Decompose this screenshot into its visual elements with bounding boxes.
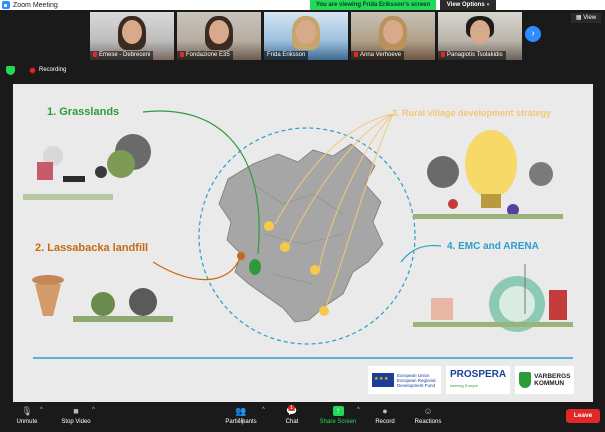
- participant-tile[interactable]: Fondazione E35: [177, 12, 261, 60]
- next-participants-button[interactable]: ›: [525, 26, 541, 42]
- prospera-text: PROSPERA Interreg Europe: [450, 369, 506, 391]
- participant-face: [470, 20, 490, 44]
- village-marker: [264, 221, 274, 231]
- muted-mic-icon: [93, 52, 97, 57]
- varberg-logo: VARBERGS KOMMUN: [515, 366, 575, 394]
- participant-name: Panagiotis Tsolakidis: [438, 51, 506, 60]
- partner-logos: European Union European Regional Develop…: [368, 366, 575, 396]
- emc-arena-label: 4. EMC and ARENA: [447, 241, 539, 252]
- participants-chevron-icon[interactable]: ^: [262, 407, 265, 413]
- grasslands-label: 1. Grasslands: [47, 106, 120, 118]
- chat-button[interactable]: 💬 1 Chat: [280, 405, 304, 425]
- unmute-button[interactable]: 🎙 Unmute: [10, 406, 44, 425]
- chat-badge: 1: [288, 405, 295, 411]
- landfill-label: 2. Lassabacka landfill: [35, 242, 149, 254]
- participant-tile[interactable]: Anna Verhoeve: [351, 12, 435, 60]
- window-title: Zoom Meeting: [13, 1, 58, 9]
- participant-name: Frida Eriksson: [264, 51, 309, 60]
- eu-flag-icon: [372, 373, 394, 387]
- reactions-button[interactable]: ☺ Reactions: [412, 406, 444, 425]
- viewing-screen-banner: You are viewing Frida Eriksson's screen: [310, 0, 436, 10]
- participant-name: Fondazione E35: [177, 51, 233, 60]
- varberg-line1: VARBERGS: [534, 373, 571, 380]
- chat-label: Chat: [285, 419, 299, 425]
- recording-status: Recording: [39, 67, 67, 73]
- landfill-illustration: [32, 275, 173, 322]
- participant-name-text: Anna Verhoeve: [360, 52, 402, 58]
- village-marker: [319, 306, 329, 316]
- view-button-label: View: [583, 15, 597, 21]
- meeting-toolbar: 🎙 Unmute ^ ■ Stop Video ^ 👥16 Participan…: [0, 402, 605, 432]
- audio-options-chevron-icon[interactable]: ^: [40, 407, 43, 413]
- participant-tile[interactable]: Emese - Debreceni: [90, 12, 174, 60]
- participants-icon: 👥16: [235, 406, 247, 424]
- rural-illustration: [413, 130, 563, 219]
- landfill-marker: [237, 252, 245, 260]
- chevron-down-icon: ▾: [486, 2, 490, 8]
- muted-mic-icon: [354, 52, 358, 57]
- participant-face: [122, 20, 142, 44]
- status-row: Recording: [0, 63, 605, 77]
- share-screen-label: Share Screen: [319, 419, 357, 425]
- recording-icon: [29, 66, 36, 74]
- landfill-arrow: [152, 255, 242, 281]
- eu-logo: European Union European Regional Develop…: [368, 366, 441, 394]
- participant-name: Anna Verhoeve: [351, 51, 405, 60]
- participant-face: [383, 20, 403, 44]
- shared-slide: 1. Grasslands 2. Lassabacka landfill 3. …: [13, 84, 593, 402]
- muted-mic-icon: 🎙: [21, 406, 33, 416]
- participant-tile[interactable]: Panagiotis Tsolakidis: [438, 12, 522, 60]
- title-bar: Zoom Meeting: [0, 0, 605, 10]
- emc-arrow: [400, 244, 442, 263]
- eu-text: European Union European Regional Develop…: [397, 372, 436, 388]
- unmute-label: Unmute: [16, 419, 38, 425]
- prospera-logo: PROSPERA Interreg Europe: [446, 366, 511, 394]
- participants-label: Participants: [225, 419, 257, 425]
- share-options-chevron-icon[interactable]: ^: [357, 407, 360, 413]
- leave-button[interactable]: Leave: [566, 409, 600, 423]
- participant-name-text: Fondazione E35: [186, 52, 230, 58]
- zoom-window: Zoom Meeting You are viewing Frida Eriks…: [0, 0, 605, 432]
- emc-illustration: [413, 264, 573, 332]
- shield-icon[interactable]: [6, 65, 15, 75]
- participant-name: Emese - Debreceni: [90, 51, 154, 60]
- rural-strategy-label: 3. Rural village development strategy: [392, 108, 552, 118]
- record-button[interactable]: ● Record: [372, 406, 398, 425]
- participant-face: [209, 20, 229, 44]
- muted-mic-icon: [180, 52, 184, 57]
- participant-face: [296, 20, 316, 44]
- municipality-map: [218, 143, 384, 323]
- muted-mic-icon: [441, 52, 445, 57]
- view-button[interactable]: ▦ View: [571, 13, 601, 23]
- record-label: Record: [375, 419, 395, 425]
- participant-tile[interactable]: Frida Eriksson: [264, 12, 348, 60]
- reactions-icon: ☺: [423, 406, 433, 416]
- reactions-label: Reactions: [414, 419, 442, 425]
- video-camera-icon: ■: [73, 406, 79, 416]
- varberg-text: VARBERGS KOMMUN: [534, 373, 570, 387]
- share-screen-icon: ↑: [332, 406, 344, 416]
- participant-name-text: Frida Eriksson: [267, 52, 306, 58]
- chevron-right-icon: ›: [531, 28, 535, 39]
- varberg-line2: KOMMUN: [534, 380, 565, 387]
- prospera-subtitle: Interreg Europe: [450, 383, 478, 388]
- participant-name-text: Panagiotis Tsolakidis: [447, 52, 503, 58]
- village-marker: [280, 242, 290, 252]
- stop-video-button[interactable]: ■ Stop Video: [56, 406, 96, 425]
- record-icon: ●: [382, 406, 388, 416]
- participant-name-text: Emese - Debreceni: [99, 52, 151, 58]
- participants-button[interactable]: 👥16 Participants: [220, 406, 262, 425]
- video-options-chevron-icon[interactable]: ^: [92, 407, 95, 413]
- share-screen-button[interactable]: ↑ Share Screen: [318, 406, 358, 425]
- participant-strip: Emese - Debreceni Fondazione E35 Frida E…: [90, 12, 522, 60]
- stop-video-label: Stop Video: [61, 419, 91, 425]
- zoom-app-icon: [2, 1, 10, 9]
- grassland-marker: [249, 259, 261, 275]
- village-marker: [310, 265, 320, 275]
- prospera-name: PROSPERA: [450, 369, 507, 380]
- view-options-label: View Options: [446, 2, 485, 8]
- grasslands-illustration: [23, 134, 151, 200]
- view-options-button[interactable]: View Options ▾: [440, 0, 496, 10]
- crest-icon: [519, 372, 532, 388]
